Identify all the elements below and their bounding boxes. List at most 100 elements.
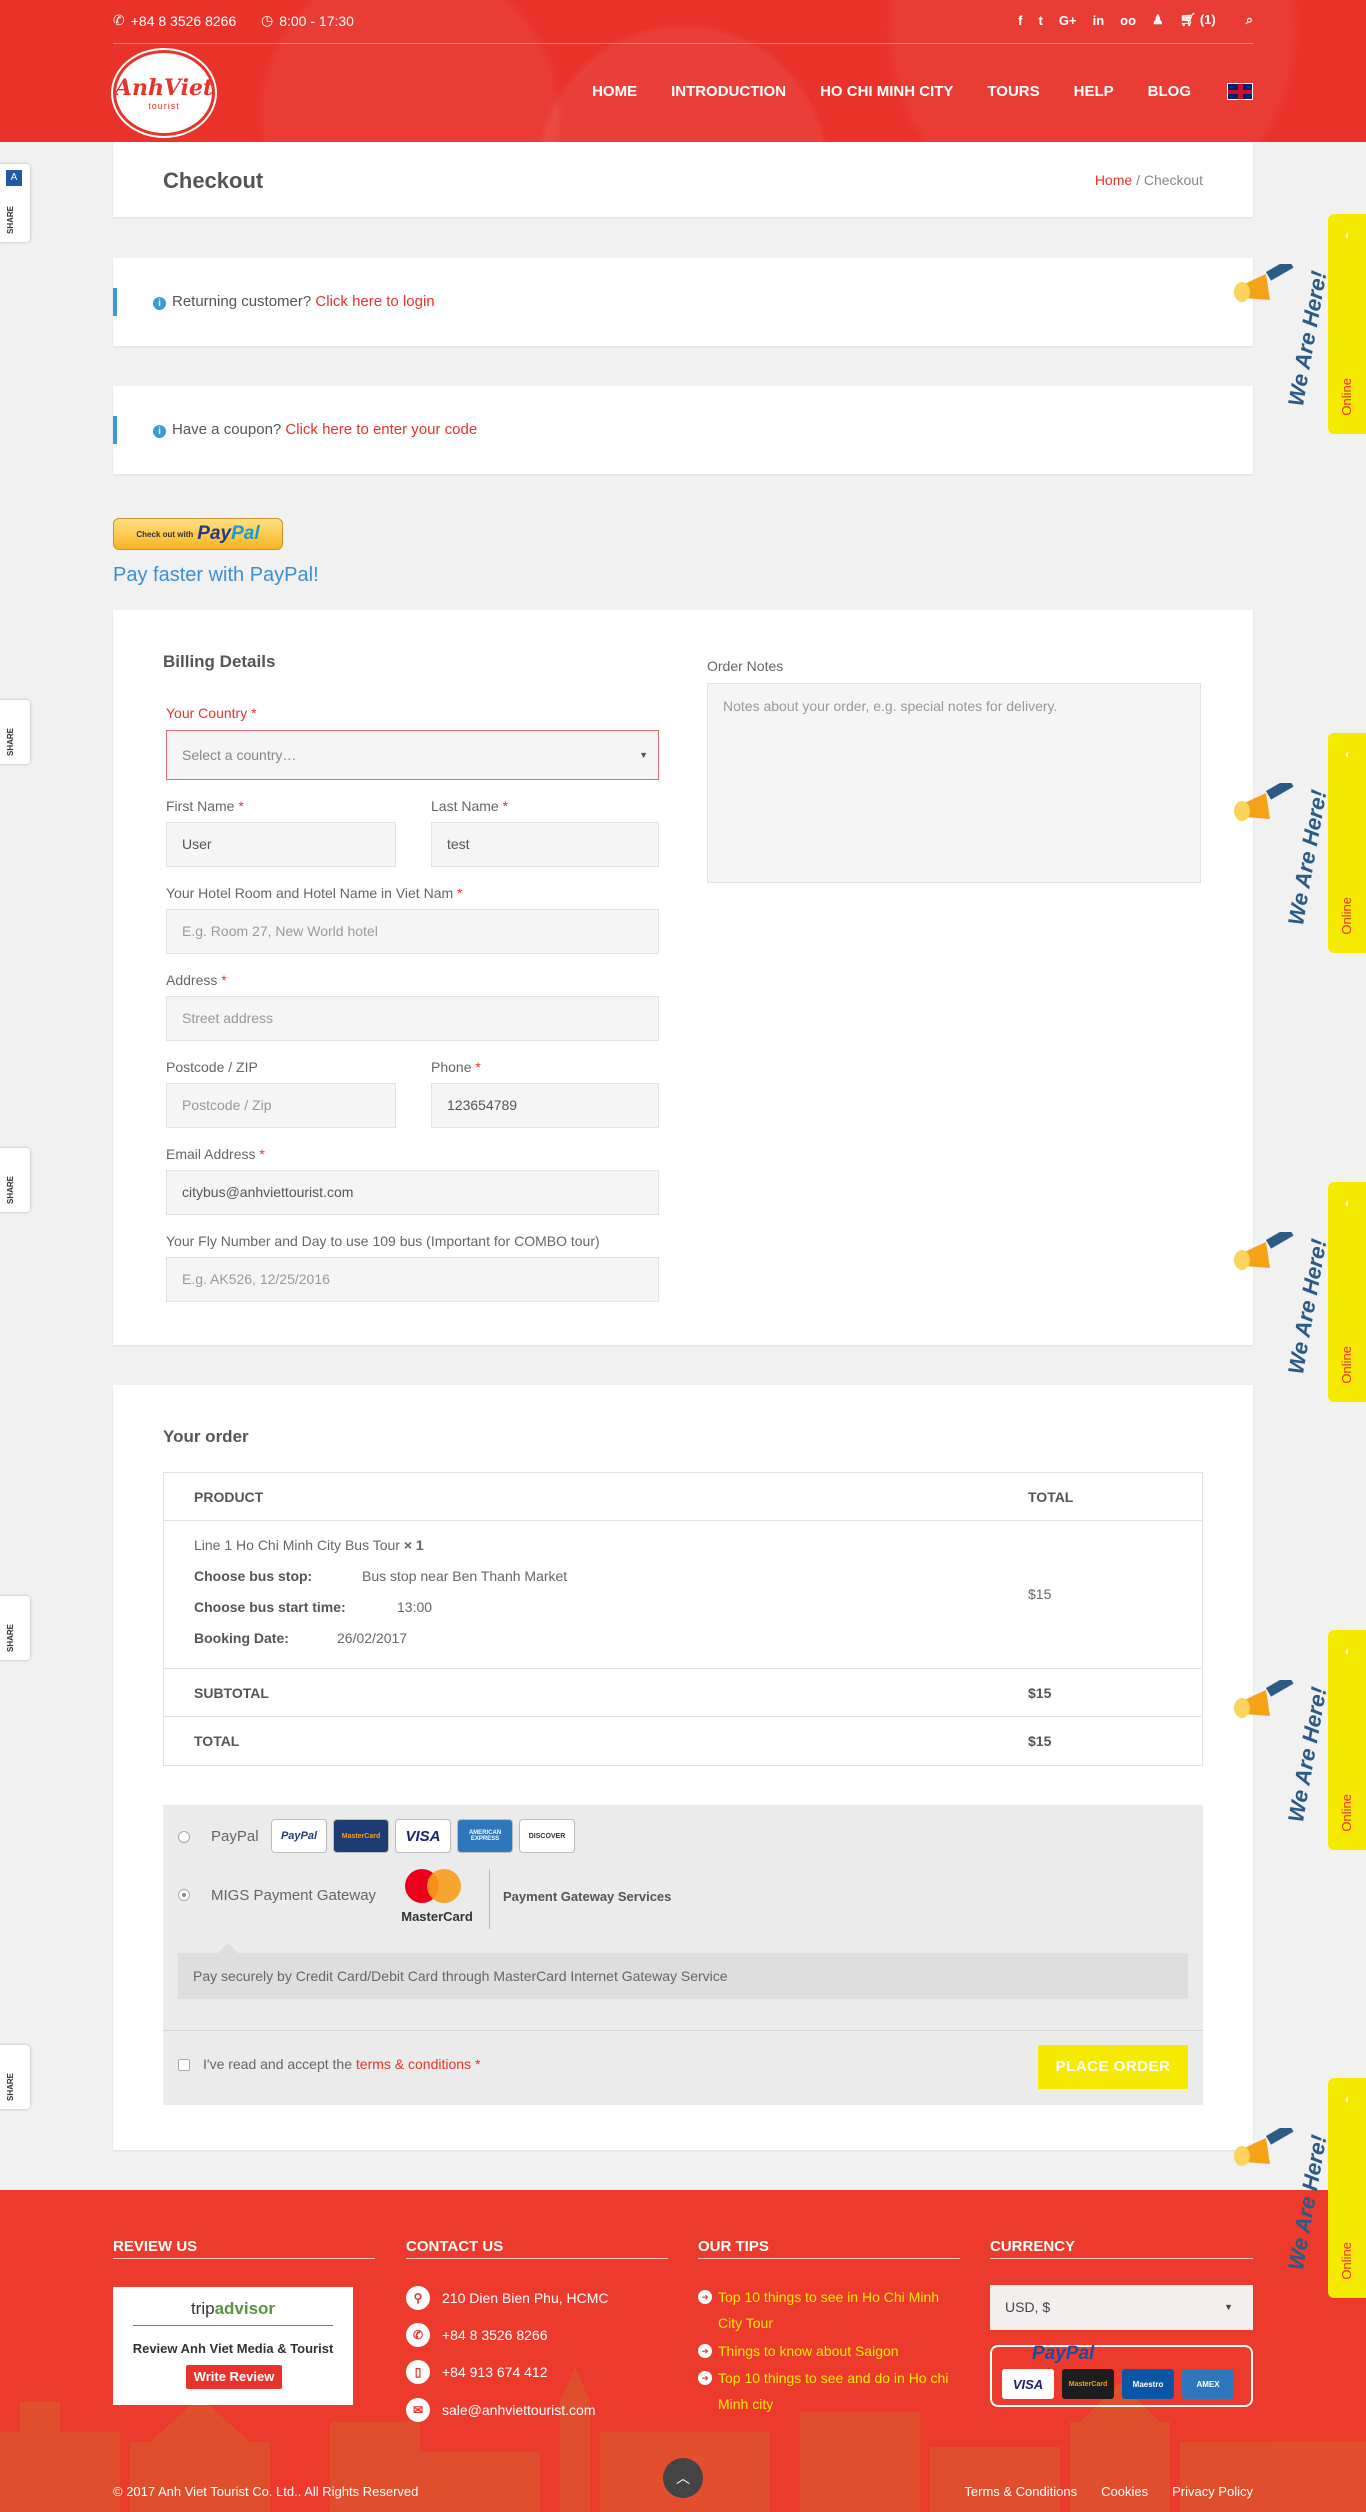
header-divider xyxy=(113,43,1253,44)
online-tab[interactable]: ‹ Online xyxy=(1328,214,1366,434)
hotel-field[interactable]: E.g. Room 27, New World hotel xyxy=(166,909,659,954)
nav-home[interactable]: HOME xyxy=(592,83,637,100)
paypal-checkout-button[interactable]: Check out with PayPal xyxy=(113,518,283,550)
meta-bus-stop: Choose bus stop: Bus stop near Ben Thanh … xyxy=(194,1568,567,1584)
notice-text: i Have a coupon? Click here to enter your… xyxy=(153,421,477,438)
tripadvisor-icon[interactable]: oo xyxy=(1120,13,1136,28)
product-quantity: × 1 xyxy=(403,1537,424,1553)
linkedin-icon[interactable]: in xyxy=(1093,13,1105,28)
user-icon[interactable]: ♟ xyxy=(1152,12,1164,28)
online-support-widget[interactable]: We Are Here! ‹ Online xyxy=(1226,2078,1366,2298)
order-table: PRODUCT TOTAL Line 1 Ho Chi Minh City Bu… xyxy=(163,1472,1203,1766)
email-field[interactable]: citybus@anhviettourist.com xyxy=(166,1170,659,1215)
col-total: TOTAL xyxy=(1028,1489,1074,1505)
site-logo[interactable]: AnhViet tourist xyxy=(113,50,215,136)
paypal-radio[interactable] xyxy=(178,1831,190,1843)
tip-link[interactable]: Top 10 things to see in Ho Chi Minh City… xyxy=(698,2284,958,2336)
uk-flag-icon[interactable] xyxy=(1227,83,1253,100)
nav-introduction[interactable]: INTRODUCTION xyxy=(671,83,786,100)
tip-link[interactable]: Top 10 things to see and do in Ho chi Mi… xyxy=(698,2365,958,2417)
meta-start-time: Choose bus start time: 13:00 xyxy=(194,1599,432,1615)
clock-icon: ◷ xyxy=(261,12,274,28)
first-name-field[interactable]: User xyxy=(166,822,396,867)
terms-link[interactable]: Terms & Conditions xyxy=(964,2484,1077,2499)
scroll-to-top-button[interactable]: ︿ xyxy=(663,2458,703,2498)
share-widget[interactable]: A SHARE xyxy=(0,164,30,242)
online-label: Online xyxy=(1339,1794,1354,1832)
last-name-field[interactable]: test xyxy=(431,822,659,867)
online-support-widget[interactable]: We Are Here! ‹ Online xyxy=(1226,1182,1366,1402)
fly-number-label: Your Fly Number and Day to use 109 bus (… xyxy=(166,1233,600,1249)
place-order-button[interactable]: PLACE ORDER xyxy=(1038,2045,1188,2089)
phone-number: +84 8 3526 8266 xyxy=(130,12,237,29)
visa-icon: VISA xyxy=(1002,2369,1054,2399)
chevron-left-icon: ‹ xyxy=(1345,1644,1349,1658)
notice-text: i Returning customer? Click here to login xyxy=(153,293,435,310)
migs-method-label[interactable]: MIGS Payment Gateway xyxy=(211,1887,376,1904)
footer-divider xyxy=(990,2258,1253,2259)
terms-text: I've read and accept the xyxy=(203,2056,352,2072)
paypal-checkout-label: Check out with xyxy=(136,529,194,539)
phone-label: Phone * xyxy=(431,1059,481,1075)
notice-accent-bar xyxy=(113,416,117,444)
share-widget[interactable]: SHARE xyxy=(0,700,30,764)
chevron-down-icon: ▼ xyxy=(639,750,648,760)
megaphone-icon xyxy=(1234,1680,1294,1718)
online-support-widget[interactable]: We Are Here! ‹ Online xyxy=(1226,214,1366,434)
terms-checkbox[interactable] xyxy=(178,2059,190,2071)
meta-value: 13:00 xyxy=(397,1599,433,1615)
phone-field[interactable]: 123654789 xyxy=(431,1083,659,1128)
search-icon[interactable]: ⌕ xyxy=(1246,12,1253,28)
migs-radio[interactable] xyxy=(178,1889,190,1901)
order-section: Your order PRODUCT TOTAL Line 1 Ho Chi M… xyxy=(113,1385,1253,2150)
online-tab[interactable]: ‹ Online xyxy=(1328,2078,1366,2298)
terms-link[interactable]: terms & conditions xyxy=(356,2056,471,2072)
online-label: Online xyxy=(1339,897,1354,935)
maestro-icon: Maestro xyxy=(1122,2369,1174,2399)
currency-select[interactable]: USD, $ ▼ xyxy=(990,2285,1253,2330)
online-support-widget[interactable]: We Are Here! ‹ Online xyxy=(1226,733,1366,953)
payment-methods: PayPal PayPal MasterCard VISA AMERICAN E… xyxy=(163,1805,1203,2105)
share-label: SHARE xyxy=(6,205,15,234)
cookies-link[interactable]: Cookies xyxy=(1101,2484,1148,2499)
product-name: Line 1 Ho Chi Minh City Bus Tour × 1 xyxy=(194,1537,424,1553)
visa-icon: VISA xyxy=(395,1819,451,1853)
nav-blog[interactable]: BLOG xyxy=(1148,83,1191,100)
google-plus-icon[interactable]: G+ xyxy=(1059,13,1077,28)
required-mark: * xyxy=(474,2056,481,2072)
contact-email[interactable]: ✉ sale@anhviettourist.com xyxy=(406,2398,596,2422)
share-label: SHARE xyxy=(6,1623,15,1652)
nav-ho-chi-minh-city[interactable]: HO CHI MINH CITY xyxy=(820,83,953,100)
online-tab[interactable]: ‹ Online xyxy=(1328,733,1366,953)
online-tab[interactable]: ‹ Online xyxy=(1328,1182,1366,1402)
country-select[interactable]: Select a country… ▼ xyxy=(166,730,659,780)
paypal-method-label[interactable]: PayPal xyxy=(211,1828,259,1845)
order-notes-textarea[interactable]: Notes about your order, e.g. special not… xyxy=(707,683,1201,883)
subtotal-row: SUBTOTAL $15 xyxy=(164,1669,1202,1717)
nav-help[interactable]: HELP xyxy=(1074,83,1114,100)
page-title: Checkout xyxy=(163,168,264,193)
online-support-widget[interactable]: We Are Here! ‹ Online xyxy=(1226,1630,1366,1850)
online-label: Online xyxy=(1339,378,1354,416)
share-widget[interactable]: SHARE xyxy=(0,2045,30,2109)
twitter-icon[interactable]: t xyxy=(1039,13,1043,28)
fly-number-field[interactable]: E.g. AK526, 12/25/2016 xyxy=(166,1257,659,1302)
footer-divider xyxy=(406,2258,668,2259)
nav-tours[interactable]: TOURS xyxy=(987,83,1039,100)
cart-button[interactable]: 🛒︎ (1) xyxy=(1180,12,1216,28)
online-tab[interactable]: ‹ Online xyxy=(1328,1630,1366,1850)
privacy-link[interactable]: Privacy Policy xyxy=(1172,2484,1253,2499)
postcode-field[interactable]: Postcode / Zip xyxy=(166,1083,396,1128)
enter-coupon-link[interactable]: Click here to enter your code xyxy=(285,421,477,438)
required-mark: * xyxy=(475,1059,481,1075)
footer-divider xyxy=(698,2258,960,2259)
breadcrumb-home[interactable]: Home xyxy=(1095,172,1132,188)
tip-link[interactable]: Things to know about Saigon xyxy=(698,2338,958,2364)
write-review-button[interactable]: Write Review xyxy=(186,2365,282,2389)
facebook-icon[interactable]: f xyxy=(1018,13,1022,28)
map-pin-icon: ⚲ xyxy=(406,2286,430,2310)
share-widget[interactable]: SHARE xyxy=(0,1148,30,1212)
address-field[interactable]: Street address xyxy=(166,996,659,1041)
login-link[interactable]: Click here to login xyxy=(315,293,434,310)
share-widget[interactable]: SHARE xyxy=(0,1596,30,1660)
